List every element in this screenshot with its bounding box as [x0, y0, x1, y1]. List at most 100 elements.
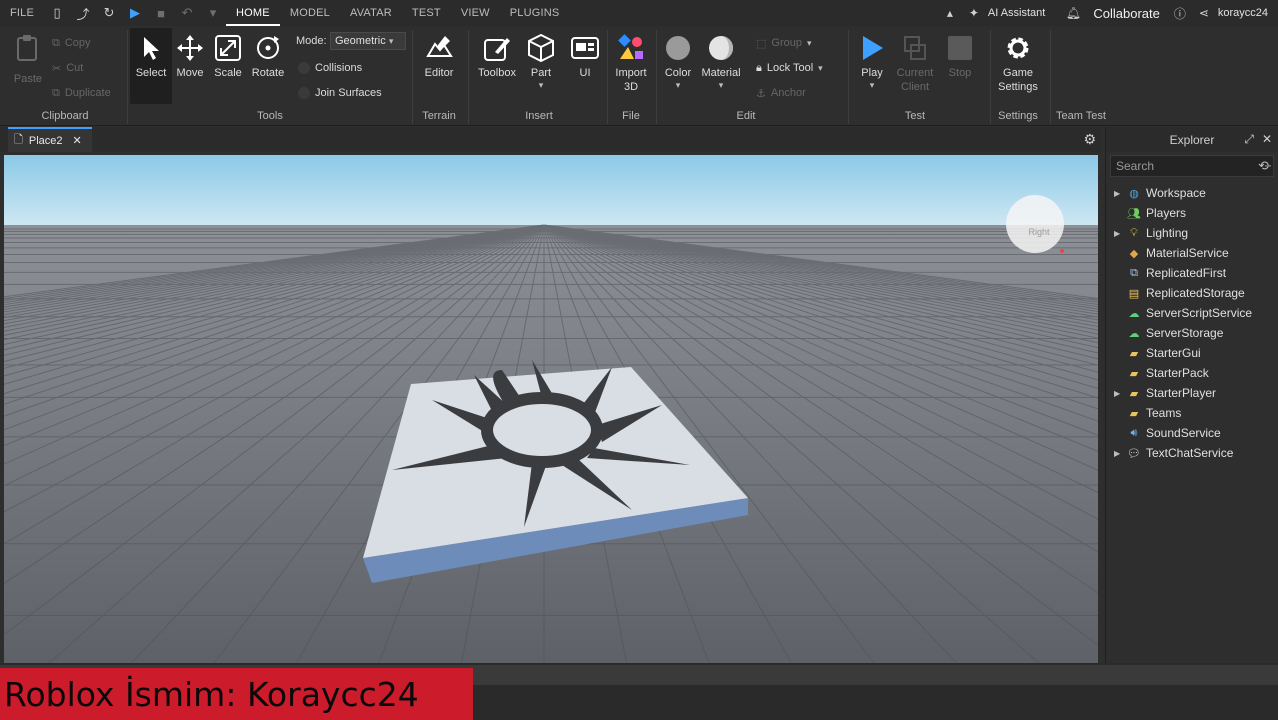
ui-button[interactable]: UI	[565, 30, 605, 80]
share-icon[interactable]: ⋖	[1194, 6, 1214, 20]
rotate-tool[interactable]: Rotate	[248, 30, 288, 80]
stop-icon[interactable]: ■	[148, 0, 174, 26]
import-3d-button[interactable]: Import 3D	[611, 30, 651, 94]
divider	[412, 30, 413, 124]
explorer-item-starterplayer[interactable]: ▶ ▰ StarterPlayer	[1106, 383, 1278, 403]
tab-view[interactable]: VIEW	[451, 0, 500, 26]
explorer-item-label: Workspace	[1146, 186, 1206, 200]
chevron-down-icon[interactable]: ▾	[658, 80, 698, 91]
chevron-down-icon[interactable]: ▾	[701, 80, 741, 91]
players-icon: 👥︎	[1127, 207, 1141, 220]
explorer-item-teams[interactable]: ▰ Teams	[1106, 403, 1278, 423]
current-client-button[interactable]: Current Client	[895, 30, 935, 94]
part-button[interactable]: Part ▾	[521, 30, 561, 91]
new-file-icon[interactable]: ▯	[44, 0, 70, 26]
chevron-down-icon[interactable]: ▾	[852, 80, 892, 91]
cut-button[interactable]: ✂ Cut	[52, 57, 83, 79]
tab-test[interactable]: TEST	[402, 0, 451, 26]
select-tool[interactable]: Select	[131, 30, 171, 80]
play-icon[interactable]: ▶	[122, 0, 148, 26]
scale-tool[interactable]: Scale	[208, 30, 248, 80]
ai-assistant-button[interactable]: AI Assistant	[988, 7, 1045, 19]
material-button[interactable]: Material ▾	[701, 30, 741, 91]
explorer-item-textchatservice[interactable]: ▶ 💬︎ TextChatService	[1106, 443, 1278, 463]
terrain-editor-button[interactable]: Editor	[419, 30, 459, 80]
explorer-item-workspace[interactable]: ▶ ◍ Workspace	[1106, 183, 1278, 203]
collapse-ribbon-icon[interactable]: ▴	[940, 6, 960, 20]
join-surfaces-toggle[interactable]: Join Surfaces	[298, 82, 382, 104]
explorer-item-starterpack[interactable]: ▰ StarterPack	[1106, 363, 1278, 383]
copy-button[interactable]: ⧉ Copy	[52, 32, 91, 54]
folder-icon: ▰	[1129, 347, 1139, 360]
mode-value: Geometric	[335, 35, 386, 47]
undo-icon[interactable]: ↶	[174, 0, 200, 26]
tab-avatar[interactable]: AVATAR	[340, 0, 402, 26]
tab-home[interactable]: HOME	[226, 0, 280, 26]
explorer-item-serverscriptservice[interactable]: ☁ ServerScriptService	[1106, 303, 1278, 323]
move-tool[interactable]: Move	[170, 30, 210, 80]
scale-icon	[208, 30, 248, 66]
username-label[interactable]: koraycc24	[1218, 7, 1268, 19]
more-options-icon[interactable]: ···	[1260, 158, 1272, 172]
popout-icon[interactable]: ⤢	[1244, 132, 1254, 147]
publish-icon[interactable]: ⤴	[70, 0, 96, 26]
more-dropdown-icon[interactable]: ▾	[200, 0, 226, 26]
expand-arrow-icon[interactable]: ▶	[1114, 389, 1126, 398]
explorer-item-replicatedfirst[interactable]: ⧉ ReplicatedFirst	[1106, 263, 1278, 283]
collisions-toggle[interactable]: Collisions	[298, 57, 362, 79]
collaborate-button[interactable]: Collaborate	[1093, 6, 1160, 21]
expand-arrow-icon[interactable]: ▶	[1114, 449, 1126, 458]
expand-arrow-icon[interactable]: ▶	[1114, 189, 1126, 198]
explorer-item-lighting[interactable]: ▶ 💡︎ Lighting	[1106, 223, 1278, 243]
explorer-item-soundservice[interactable]: 🔊︎ SoundService	[1106, 423, 1278, 443]
tab-place2[interactable]: 🗋︎ Place2 ✕	[8, 127, 92, 152]
viewport-settings-icon[interactable]: ⚙	[1083, 131, 1096, 148]
help-icon[interactable]: ⓘ	[1170, 5, 1190, 22]
game-settings-button[interactable]: Game Settings	[996, 30, 1040, 94]
explorer-item-startergui[interactable]: ▰ StarterGui	[1106, 343, 1278, 363]
document-tab-bar: 🗋︎ Place2 ✕ ⚙	[0, 127, 1102, 152]
clipboard-group-label: Clipboard	[41, 110, 89, 122]
explorer-item-label: StarterGui	[1146, 346, 1201, 360]
sky	[4, 155, 1098, 227]
edit-group-label: Edit	[736, 110, 756, 122]
anchor-icon: ⚓︎	[756, 87, 766, 100]
tab-place2-label: Place2	[28, 134, 63, 147]
refresh-icon[interactable]: ↻	[96, 0, 122, 26]
explorer-item-materialservice[interactable]: ◆ MaterialService	[1106, 243, 1278, 263]
material-icon	[701, 30, 741, 66]
tab-model[interactable]: MODEL	[280, 0, 340, 26]
close-icon[interactable]: ✕	[73, 134, 82, 147]
stop-button[interactable]: Stop	[940, 30, 980, 80]
explorer-item-players[interactable]: 👥︎ Players	[1106, 203, 1278, 223]
paste-button[interactable]: Paste	[8, 30, 48, 86]
team-test-group-label[interactable]: Team Test	[1052, 110, 1110, 122]
view-cube[interactable]: Right	[1006, 195, 1064, 253]
toolbox-button[interactable]: Toolbox	[477, 30, 517, 80]
material-label: Material	[701, 67, 741, 79]
expand-arrow-icon[interactable]: ▶	[1114, 229, 1126, 238]
color-button[interactable]: Color ▾	[658, 30, 698, 91]
duplicate-button[interactable]: ⧉ Duplicate	[52, 82, 111, 104]
explorer-item-label: ReplicatedFirst	[1146, 266, 1227, 280]
chevron-down-icon[interactable]: ▾	[521, 80, 561, 91]
bell-icon[interactable]: 🔔︎	[1063, 6, 1083, 20]
explorer-item-replicatedstorage[interactable]: ▤ ReplicatedStorage	[1106, 283, 1278, 303]
lock-tool-button[interactable]: 🔒︎ Lock Tool ▾	[756, 57, 823, 79]
import-3d-icon	[611, 30, 651, 66]
play-button[interactable]: Play ▾	[852, 30, 892, 91]
ribbon: Paste ⧉ Copy ✂ Cut ⧉ Duplicate Clipboard Se…	[0, 26, 1278, 126]
file-menu[interactable]: FILE	[0, 0, 44, 26]
close-icon[interactable]: ✕	[1262, 132, 1272, 147]
group-button[interactable]: ⬚ Group ▾	[756, 32, 812, 54]
explorer-item-serverstorage[interactable]: ☁ ServerStorage	[1106, 323, 1278, 343]
chat-icon: 💬︎	[1127, 447, 1141, 460]
current-label: Current	[896, 67, 934, 79]
anchor-button[interactable]: ⚓︎ Anchor	[756, 82, 806, 104]
paste-icon	[8, 30, 48, 66]
explorer-search-input[interactable]: Search ⟲	[1110, 155, 1274, 177]
client-icon	[895, 30, 935, 66]
mode-dropdown[interactable]: Geometric ▾	[330, 32, 406, 50]
3d-viewport[interactable]: Right	[4, 155, 1098, 663]
tab-plugins[interactable]: PLUGINS	[500, 0, 570, 26]
